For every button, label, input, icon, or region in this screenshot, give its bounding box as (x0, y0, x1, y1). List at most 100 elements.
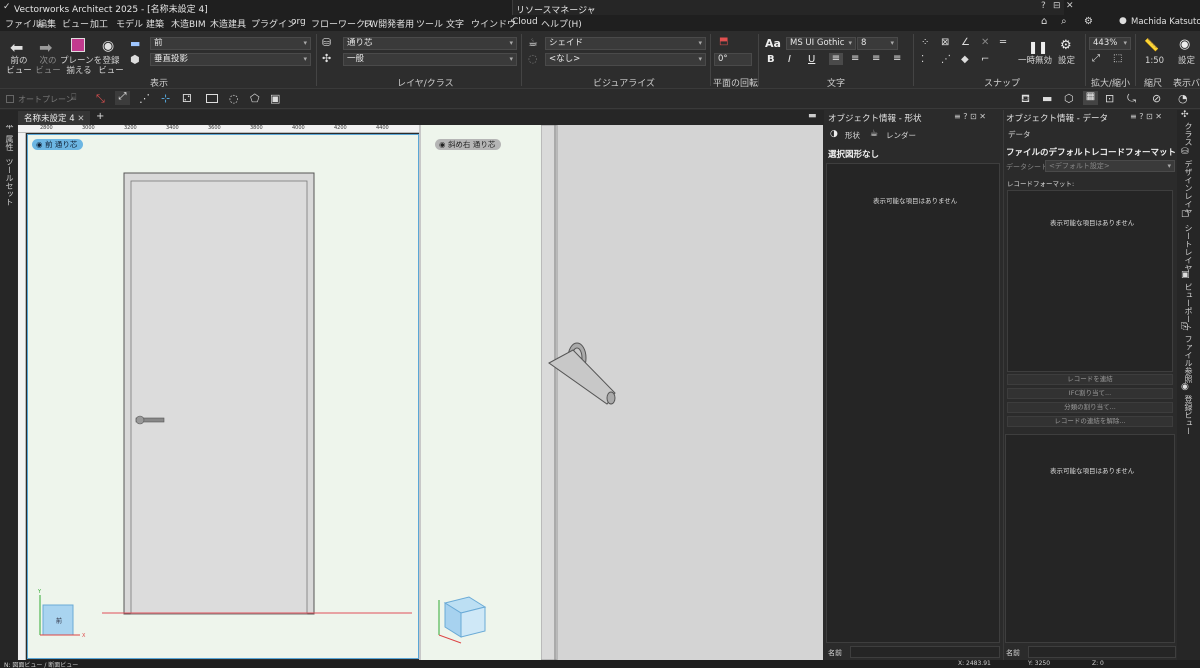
menu-cloud[interactable]: Cloud (512, 17, 538, 27)
class-palette-tab[interactable]: クラス (1183, 122, 1194, 146)
menu-tool[interactable]: ツール (416, 17, 443, 30)
menu-help[interactable]: ヘルプ(H) (541, 17, 582, 30)
prev-view-button[interactable]: 前の ビュー (5, 56, 33, 76)
snap-smart-icon[interactable]: ◆ (961, 54, 969, 65)
zoom-fit-icon[interactable]: ⤢ (1092, 53, 1100, 64)
snap-settings-icon[interactable]: ⚙ (1060, 38, 1072, 53)
menu-plugin[interactable]: プラグイン (251, 17, 296, 30)
viewport-front-label[interactable]: ◉ 前 通り芯 (32, 139, 84, 150)
menu-model[interactable]: モデル (116, 17, 143, 30)
tab-render[interactable]: レンダー (886, 130, 916, 141)
view-bar-icon-8[interactable]: ◔ (1178, 92, 1188, 105)
search-icon[interactable]: ⌕ (1061, 16, 1067, 27)
plane-rotation-icon[interactable]: ⬒ (719, 36, 728, 47)
class-select[interactable]: 一般 ▾ (343, 53, 517, 66)
add-tab-button[interactable]: + (96, 111, 104, 122)
align-plane-button[interactable]: プレーンを 揃える (60, 56, 102, 76)
viewport-front[interactable]: 前 Y X ◉ 前 通り芯 (27, 134, 419, 659)
shape-tab-icon[interactable]: ◑ (830, 129, 838, 139)
menu-file[interactable]: ファイル (5, 17, 41, 30)
close-tab-icon[interactable]: ✕ (77, 114, 84, 124)
sheet-layer-palette-tab[interactable]: シートレイヤ (1183, 224, 1194, 272)
view-bar-icon-2[interactable]: ▬ (1042, 92, 1052, 105)
view-bar-icon-1[interactable]: ⛾ (1021, 92, 1030, 107)
render-sub-select[interactable]: <なし> ▾ (545, 53, 706, 66)
snap-distance-icon[interactable]: ═ (1000, 37, 1006, 48)
view-bar-icon-5[interactable]: ⊡ (1105, 92, 1114, 105)
home-icon[interactable]: ⌂ (1041, 16, 1047, 27)
arrow-right-icon[interactable]: ➡ (39, 38, 52, 57)
bold-icon[interactable]: B (767, 54, 775, 65)
align-center-icon[interactable]: ≡ (851, 53, 859, 64)
viewport-oblique[interactable]: ◉ 斜め右 通り芯 (421, 125, 541, 660)
auto-plane-checkbox[interactable] (6, 95, 14, 103)
attach-record-button[interactable]: レコードを連結 (1007, 374, 1173, 385)
menu-org[interactable]: org (291, 17, 306, 27)
zoom-page-icon[interactable]: ⬚ (1113, 53, 1122, 64)
mode-icon-1[interactable]: ⤡ (96, 92, 105, 106)
user-name[interactable]: Machida Katsutoshi (1131, 17, 1200, 27)
lasso-icon[interactable]: ◌ (229, 92, 239, 105)
panel-menu-icon[interactable]: ≡ ? ⊡ ✕ (1130, 112, 1162, 121)
align-right-icon[interactable]: ≡ (872, 53, 880, 64)
view-select[interactable]: 前 ▾ (150, 37, 311, 50)
view-bar-icon-3[interactable]: ⬡ (1064, 92, 1074, 105)
plane-tool-icon[interactable]: ⌸ (71, 93, 76, 103)
panel-menu-icon[interactable]: ≡ ? ⊡ ✕ (954, 112, 986, 121)
snap-grid-icon[interactable]: ⁘ (921, 37, 929, 48)
settings-mode-icon[interactable]: ▣ (270, 92, 280, 105)
projection-select[interactable]: 垂直投影 ▾ (150, 53, 311, 66)
snap-pause-button[interactable]: 一時無効 (1018, 56, 1052, 66)
gear-icon[interactable]: ⚙ (1084, 16, 1093, 27)
display-bar-settings-button[interactable]: 設定 (1178, 56, 1195, 66)
menu-edit[interactable]: 編集 (38, 17, 56, 30)
scale-ruler-icon[interactable]: 📏 (1144, 38, 1159, 52)
snap-intersection-icon[interactable]: ✕ (981, 37, 989, 48)
ifc-assign-button[interactable]: IFC割り当て... (1007, 388, 1173, 399)
layer-select[interactable]: 通り芯 ▾ (343, 37, 517, 50)
mode-icon-3[interactable]: ⋰ (139, 92, 150, 105)
mode-icon-5[interactable]: ⚁ (182, 92, 192, 105)
arrow-left-icon[interactable]: ⬅ (10, 38, 23, 57)
align-plane-icon[interactable] (71, 38, 85, 52)
design-layer-palette-tab[interactable]: デザインレイヤ (1183, 160, 1194, 216)
snap-edge-icon[interactable]: ⌐ (981, 54, 989, 65)
document-tab[interactable]: 名称未設定 4 ✕ (18, 111, 91, 125)
help-button[interactable]: ? (1041, 1, 1046, 11)
menu-view[interactable]: ビュー (62, 17, 89, 30)
file-reference-palette-tab[interactable]: ファイル参照 (1183, 335, 1194, 383)
menu-wood-bim[interactable]: 木造BIM (171, 17, 206, 30)
rotation-input[interactable]: 0° (714, 53, 752, 66)
detach-record-button[interactable]: レコードの連結を解除... (1007, 416, 1173, 427)
viewport-handle-closeup[interactable] (541, 125, 823, 660)
tab-overflow-icon[interactable]: ▬ (808, 111, 817, 121)
view-bar-icon-4[interactable]: ▦ (1083, 91, 1098, 105)
attributes-palette-tab[interactable]: 属性 (4, 135, 15, 151)
scale-value[interactable]: 1:50 (1145, 56, 1164, 66)
italic-icon[interactable]: I (788, 54, 791, 65)
polygon-icon[interactable]: ⬠ (250, 92, 260, 105)
data-name-input[interactable] (1028, 646, 1176, 658)
tab-shape[interactable]: 形状 (845, 130, 860, 141)
eye-icon[interactable]: ◉ (102, 38, 114, 54)
datasheet-select[interactable]: <デフォルト設定> ▾ (1045, 160, 1175, 172)
mode-icon-4[interactable]: ⊹ (161, 92, 170, 105)
zoom-select[interactable]: 443% ▾ (1089, 37, 1131, 50)
toolset-palette-tab[interactable]: ツールセット (4, 158, 15, 206)
next-view-button[interactable]: 次の ビュー (35, 56, 61, 76)
snap-point-icon[interactable]: ⁚ (921, 54, 924, 65)
name-input[interactable] (850, 646, 1000, 658)
font-select[interactable]: MS UI Gothic ▾ (786, 37, 856, 50)
pause-icon[interactable]: ❚❚ (1028, 40, 1048, 54)
align-left-icon[interactable]: ≡ (829, 53, 843, 65)
snap-object-icon[interactable]: ⊠ (941, 37, 949, 48)
rectangle-mode-icon[interactable] (206, 94, 218, 103)
close-button[interactable]: ✕ (1066, 1, 1074, 11)
tab-data[interactable]: データ (1008, 129, 1031, 140)
snap-settings-button[interactable]: 設定 (1058, 56, 1075, 66)
menu-architect[interactable]: 建築 (146, 17, 164, 30)
render-mode-select[interactable]: シェイド ▾ (545, 37, 706, 50)
snap-angle-icon[interactable]: ∠ (961, 37, 970, 48)
snap-tangent-icon[interactable]: ⋰ (941, 54, 951, 65)
classification-assign-button[interactable]: 分類の割り当て... (1007, 402, 1173, 413)
